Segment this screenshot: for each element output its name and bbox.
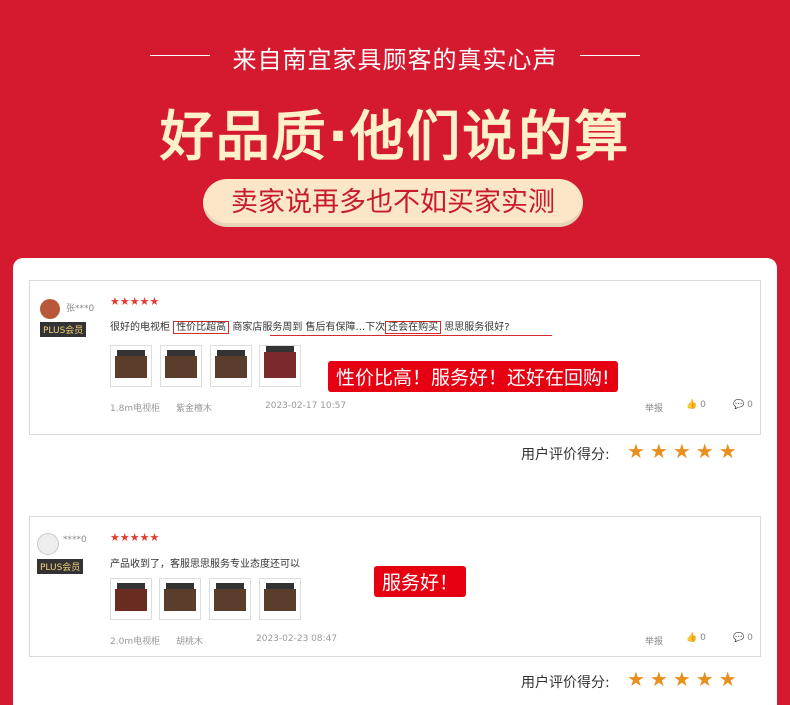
decorative-line-right [580, 55, 640, 56]
review-photo[interactable] [110, 345, 152, 387]
review-text-part: 商家店服务周到 售后有保障...下次 [232, 322, 386, 333]
callout-badge: 服务好！ [374, 566, 467, 597]
review-card: 张***0 PLUS会员 ★★★★★ 很好的电视柜 性价比超高 商家店服务周到 … [29, 280, 761, 435]
thumbs-up-icon: 👍 [686, 633, 698, 643]
subheading: 来自南宜家具顾客的真实心声 [232, 46, 558, 74]
review-photo[interactable] [259, 578, 301, 620]
review-photo[interactable] [209, 578, 251, 620]
score-label: 用户评价得分: [521, 675, 610, 691]
review-stars: ★★★★★ [110, 531, 160, 544]
highlight-repurchase: 还会在购买 [385, 321, 442, 334]
username: ****0 [63, 535, 87, 545]
review-card: ****0 PLUS会员 ★★★★★ 产品收到了，客服思思服务专业态度还可以 服… [29, 516, 761, 657]
score-stars: ★★★★★ [627, 667, 742, 691]
review-photo[interactable] [259, 345, 301, 387]
photo-image [264, 583, 296, 611]
photo-image [164, 583, 196, 611]
tagline-pill: 卖家说再多也不如买家实测 [203, 179, 583, 227]
username: 张***0 [66, 304, 95, 314]
comment-button[interactable]: 💬 0 [733, 633, 753, 643]
review-photo[interactable] [159, 578, 201, 620]
report-link[interactable]: 举报 [645, 634, 663, 647]
photo-image [264, 346, 296, 378]
highlight-underline [270, 335, 552, 336]
review-date: 2023-02-17 10:57 [265, 401, 347, 411]
comment-count: 0 [747, 400, 753, 410]
report-link[interactable]: 举报 [645, 401, 663, 414]
thumbs-up-icon: 👍 [686, 400, 698, 410]
spec-size: 1.8m电视柜 [110, 404, 161, 414]
reviews-panel: 张***0 PLUS会员 ★★★★★ 很好的电视柜 性价比超高 商家店服务周到 … [13, 258, 777, 705]
callout-badge: 性价比高！服务好！还好在回购! [328, 361, 618, 392]
review-text: 产品收到了，客服思思服务专业态度还可以 [110, 559, 300, 570]
review-text: 很好的电视柜 性价比超高 商家店服务周到 售后有保障...下次 还会在购买 思思服… [110, 318, 510, 334]
comment-count: 0 [747, 633, 753, 643]
spec-size: 2.0m电视柜 [110, 637, 161, 647]
review-text-part: 很好的电视柜 [110, 322, 170, 333]
avatar [40, 299, 60, 319]
avatar [37, 533, 59, 555]
highlight-value: 性价比超高 [173, 321, 230, 334]
score-stars: ★★★★★ [627, 439, 742, 463]
photo-image [115, 583, 147, 611]
review-date: 2023-02-23 08:47 [256, 634, 338, 644]
plus-badge: PLUS会员 [40, 322, 87, 337]
like-count: 0 [700, 633, 706, 643]
spec-material: 胡桃木 [176, 637, 204, 647]
like-button[interactable]: 👍 0 [686, 633, 706, 643]
spec-material: 紫金檀木 [176, 404, 213, 414]
review-stars: ★★★★★ [110, 295, 160, 308]
review-photo[interactable] [210, 345, 252, 387]
review-text-part: 思思服务很好? [444, 322, 510, 333]
review-photo[interactable] [110, 578, 152, 620]
score-label: 用户评价得分: [521, 447, 610, 463]
comment-button[interactable]: 💬 0 [733, 400, 753, 410]
headline: 好品质·他们说的算 [159, 105, 631, 168]
photo-image [215, 350, 247, 378]
plus-badge: PLUS会员 [37, 559, 84, 574]
like-button[interactable]: 👍 0 [686, 400, 706, 410]
photo-image [214, 583, 246, 611]
photo-image [115, 350, 147, 378]
photo-image [165, 350, 197, 378]
comment-icon: 💬 [733, 633, 745, 643]
comment-icon: 💬 [733, 400, 745, 410]
like-count: 0 [700, 400, 706, 410]
review-photo[interactable] [160, 345, 202, 387]
